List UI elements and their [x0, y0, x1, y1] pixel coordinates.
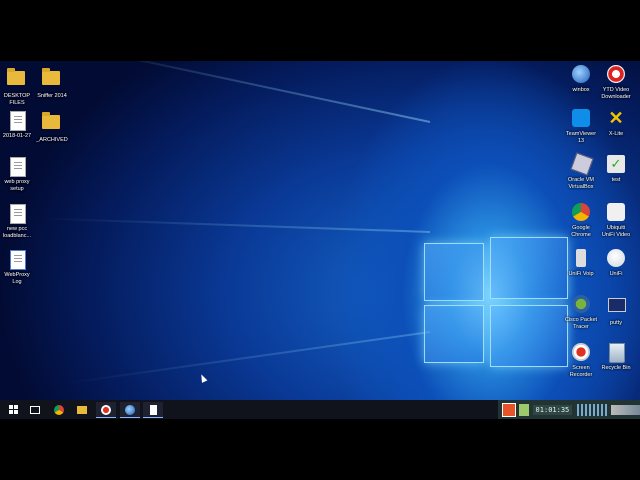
desktop-icon-recycle-bin[interactable]: Recycle Bin — [597, 343, 635, 372]
desktop-background: DESKTOP FILES Sniffer 2014 2018-01-27 _A… — [0, 61, 640, 419]
network-meter-icon — [577, 403, 607, 416]
winbox-icon — [572, 65, 590, 83]
desktop-icon-2018-01-27[interactable]: 2018-01-27 — [0, 111, 36, 140]
unifi-voip-icon — [576, 249, 586, 267]
document-icon — [10, 157, 26, 177]
desktop-icon-putty[interactable]: putty — [597, 295, 635, 327]
winbox-icon — [125, 404, 135, 415]
start-icon — [8, 405, 18, 414]
desktop-icon-new-pcc-loadblanc[interactable]: new pcc loadblanc... — [0, 204, 36, 239]
taskbar-chrome[interactable] — [51, 402, 67, 417]
desktop-icon-unifi-video[interactable]: Ubiquiti UniFi Video — [597, 203, 635, 238]
recording-stop-icon[interactable] — [502, 402, 516, 417]
desktop-icon-google-chrome[interactable]: Google Chrome — [562, 203, 600, 238]
desktop-icon-cisco-packet-tracer[interactable]: Cisco Packet Tracer — [562, 295, 600, 330]
taskbar-file-explorer[interactable] — [74, 402, 90, 417]
desktop-icon-winbox[interactable]: winbox — [562, 65, 600, 94]
chrome-icon — [572, 203, 590, 221]
taskbar-document[interactable] — [143, 402, 163, 418]
putty-icon — [608, 298, 626, 312]
recycle-bin-icon — [609, 343, 625, 363]
task-view-icon — [30, 405, 40, 414]
folder-icon — [7, 68, 25, 85]
recording-timer: 01:01:35 — [532, 404, 573, 415]
virtualbox-icon — [570, 152, 594, 176]
notification-icons[interactable] — [610, 404, 640, 415]
desktop-icon-web-proxy-setup[interactable]: web proxy setup — [0, 157, 36, 192]
file-explorer-icon — [77, 405, 87, 414]
unifi-icon — [607, 249, 625, 267]
desktop-icon-unifi-voip[interactable]: UniFi Voip — [562, 249, 600, 278]
folder-icon — [42, 112, 60, 129]
chrome-icon — [54, 404, 64, 415]
desktop-icon-teamviewer[interactable]: TeamViewer 13 — [562, 109, 600, 144]
start-button[interactable] — [5, 402, 21, 417]
desktop-icon-sniffer-2014[interactable]: Sniffer 2014 — [33, 67, 71, 100]
desktop-icon-x-lite[interactable]: ✕ X-Lite — [597, 109, 635, 138]
teamviewer-icon — [572, 109, 590, 127]
desktop-icon-test[interactable]: ✓ test — [597, 155, 635, 184]
desktop-icon-webproxy-log[interactable]: WebProxy Log — [0, 250, 36, 285]
packet-tracer-icon — [572, 295, 590, 313]
desktop-icon-desktop-files[interactable]: DESKTOP FILES — [0, 67, 36, 106]
xlite-icon: ✕ — [608, 108, 624, 128]
screen-recorder-icon — [572, 343, 590, 361]
light-beam — [67, 61, 431, 123]
screen-recorder-icon — [101, 404, 111, 415]
desktop-icon-screen-recorder[interactable]: Screen Recorder — [562, 343, 600, 378]
document-icon — [10, 111, 26, 131]
light-beam — [40, 217, 431, 233]
taskbar-winbox[interactable] — [120, 402, 140, 418]
task-view-button[interactable] — [27, 402, 43, 417]
unifi-video-icon — [607, 203, 625, 221]
document-icon — [149, 404, 157, 415]
document-icon — [10, 204, 26, 224]
desktop-icon-unifi[interactable]: UniFi — [597, 249, 635, 278]
taskbar: 01:01:35 — [0, 400, 640, 419]
mouse-cursor — [198, 373, 208, 383]
system-tray: 01:01:35 — [498, 400, 640, 419]
desktop-icon-archived[interactable]: _ARCHIVED — [33, 111, 71, 144]
document-icon — [10, 250, 26, 270]
pause-icon[interactable] — [518, 403, 529, 416]
taskbar-screen-recorder[interactable] — [96, 402, 116, 418]
light-beam — [63, 331, 431, 385]
desktop-icon-ytd-video-downloader[interactable]: YTD Video Downloader — [597, 65, 635, 100]
windows-logo-light — [420, 237, 570, 367]
desktop-icon-virtualbox[interactable]: Oracle VM VirtualBox — [562, 152, 600, 190]
ytd-icon — [607, 65, 625, 83]
test-icon: ✓ — [607, 155, 625, 173]
folder-icon — [42, 68, 60, 85]
